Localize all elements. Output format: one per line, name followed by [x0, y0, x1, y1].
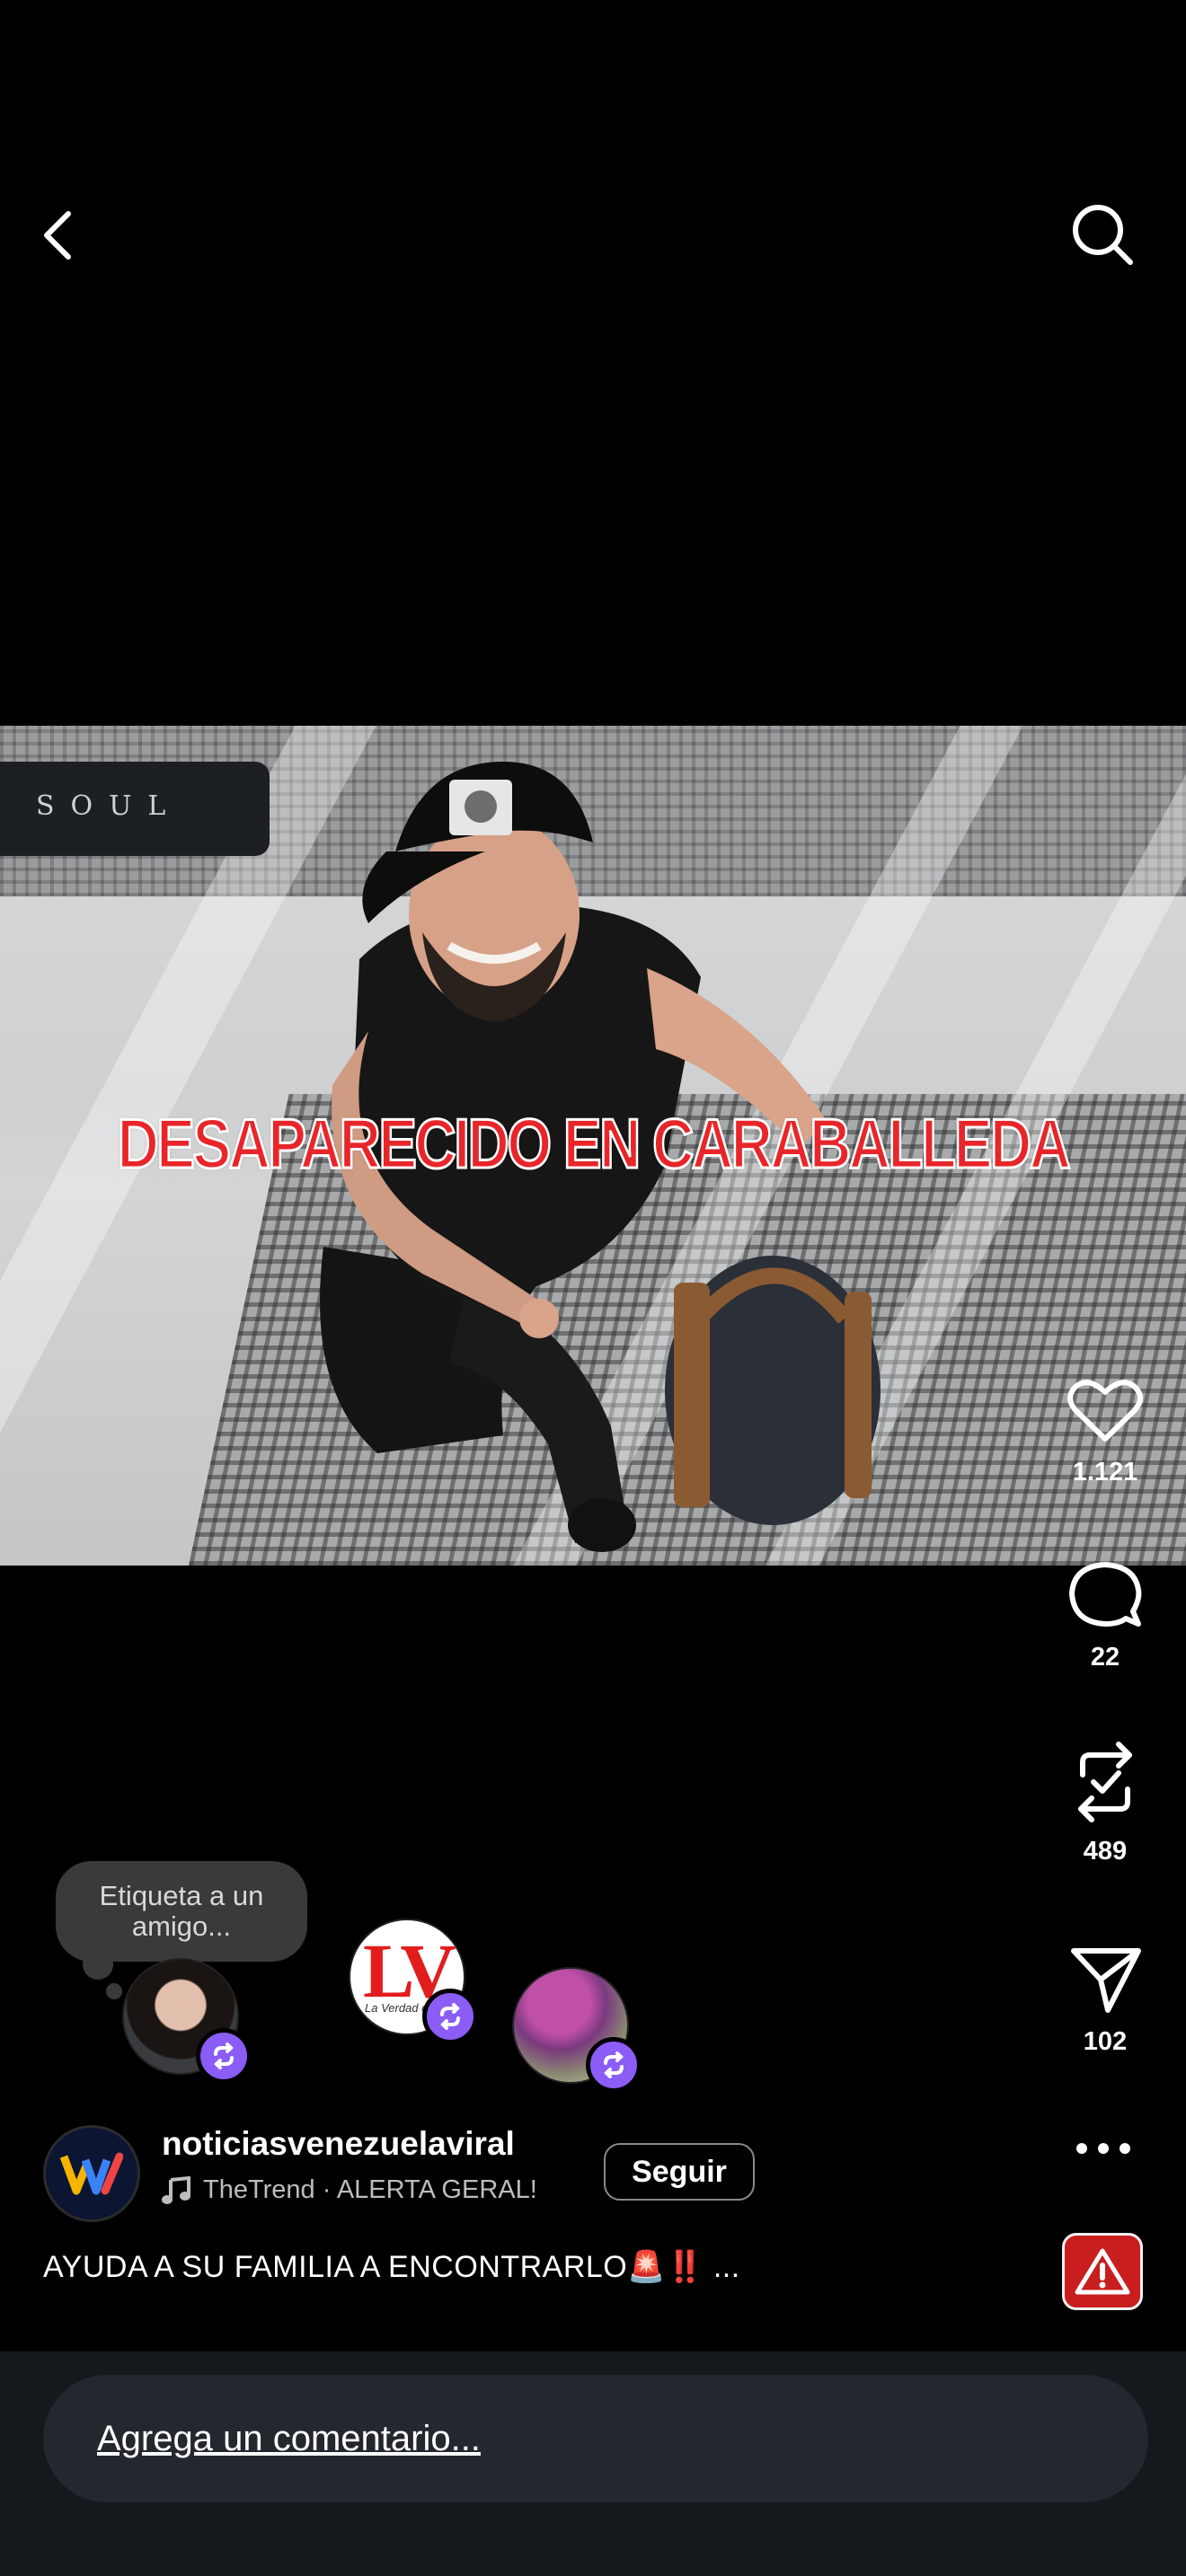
back-button[interactable]: [32, 198, 95, 269]
repost-badge: [196, 2028, 252, 2084]
more-options-button[interactable]: [1075, 2138, 1132, 2159]
music-label: TheTrend · ALERTA GERAL!: [203, 2175, 537, 2204]
alert-button[interactable]: [1062, 2233, 1143, 2310]
music-link[interactable]: TheTrend · ALERTA GERAL!: [162, 2175, 537, 2205]
reposter-avatar[interactable]: [122, 1958, 252, 2084]
author-avatar[interactable]: [43, 2125, 140, 2222]
post-caption[interactable]: AYUDA A SU FAMILIA A ENCONTRARLO🚨‼️ ...: [43, 2249, 740, 2285]
comment-button[interactable]: 22: [1051, 1559, 1159, 1672]
warning-triangle-icon: [1075, 2248, 1130, 2295]
comment-input[interactable]: Agrega un comentario...: [43, 2375, 1148, 2502]
soul-sign-text: SOUL: [36, 790, 182, 822]
repost-badge: [422, 1989, 478, 2044]
video-overlay-text: DESAPARECIDO EN CARABALLEDA: [116, 1103, 1072, 1185]
tag-friend-tooltip[interactable]: Etiqueta a un amigo...: [56, 1861, 307, 1962]
music-note-icon: [162, 2175, 190, 2204]
tooltip-tail: [83, 1949, 113, 1980]
chevron-left-icon: [44, 211, 71, 260]
share-button[interactable]: 102: [1051, 1944, 1159, 2057]
follow-button[interactable]: Seguir: [604, 2143, 755, 2201]
repost-icon: [214, 2042, 234, 2069]
share-count: 102: [1083, 2027, 1128, 2056]
comment-bubble-icon: [1069, 1562, 1142, 1627]
more-dots-icon: [1076, 2143, 1130, 2154]
repost-icon: [604, 2051, 624, 2078]
repost-badge: [586, 2037, 642, 2093]
heart-icon: [1067, 1380, 1143, 1442]
comment-count: 22: [1090, 1643, 1120, 1672]
repost-icon: [1078, 1742, 1132, 1822]
like-button[interactable]: 1.121: [1051, 1374, 1159, 1487]
search-icon: [1073, 205, 1133, 265]
like-count: 1.121: [1072, 1458, 1138, 1486]
author-username[interactable]: noticiasvenezuelaviral: [162, 2125, 515, 2163]
repost-count: 489: [1083, 1837, 1128, 1866]
video-player[interactable]: SOUL DESAPARECIDO EN CARABALLEDA: [0, 726, 1186, 1566]
tooltip-tail: [106, 1983, 122, 1999]
search-button[interactable]: [1060, 198, 1141, 269]
repost-icon: [440, 2003, 460, 2030]
reposter-avatar[interactable]: [512, 1967, 642, 2093]
send-icon: [1071, 1948, 1141, 2013]
repost-button[interactable]: 489: [1051, 1739, 1159, 1866]
reposter-avatar[interactable]: LV La Verdad de: [349, 1919, 478, 2044]
brand-logo: [60, 2152, 123, 2195]
